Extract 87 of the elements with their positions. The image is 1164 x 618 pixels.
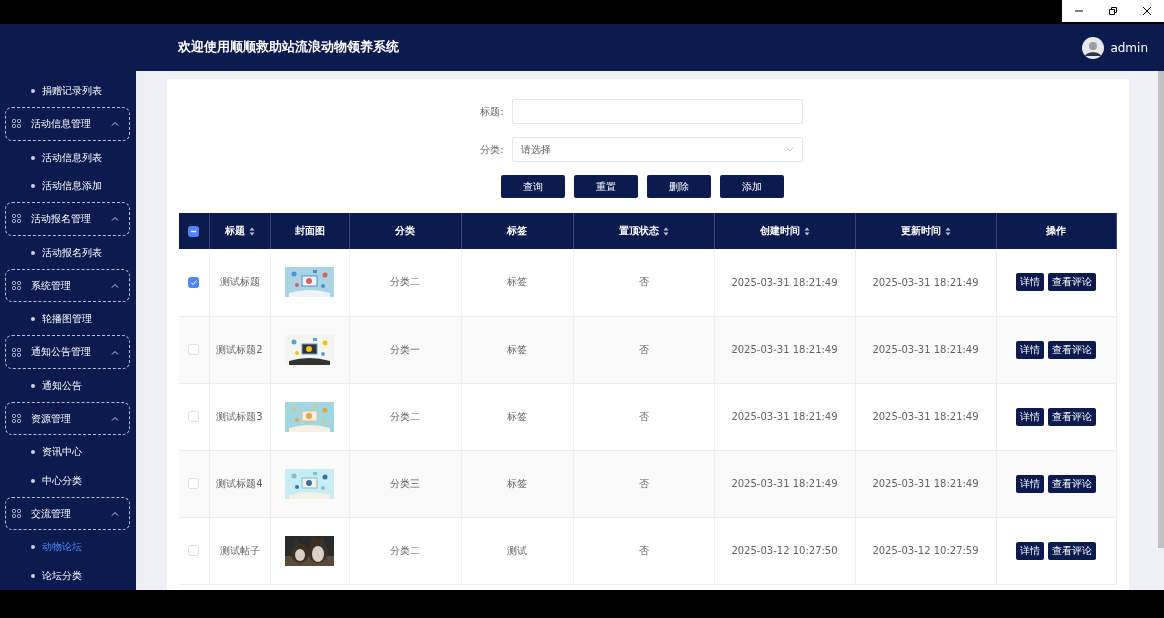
table-cell: 否	[573, 383, 714, 450]
column-header[interactable]: 更新时间	[855, 213, 996, 249]
sidebar-group[interactable]: 资源管理	[5, 402, 130, 436]
column-header[interactable]: 创建时间	[714, 213, 855, 249]
sidebar-item[interactable]: 轮播图管理	[5, 305, 136, 334]
row-action-button[interactable]: 详情	[1016, 541, 1044, 560]
sidebar-item[interactable]: 动物论坛	[5, 533, 136, 562]
column-header[interactable]: 置顶状态	[573, 213, 714, 249]
table-cell: 否	[573, 249, 714, 316]
table-cell: 测试标题2	[209, 316, 270, 383]
select-field[interactable]: 请选择	[511, 137, 803, 162]
table-cell: 分类二	[349, 383, 461, 450]
grid-icon	[12, 347, 21, 357]
column-header: 分类	[349, 213, 461, 249]
sidebar-group[interactable]: 活动报名管理	[5, 202, 130, 236]
action-button[interactable]: 重置	[573, 175, 638, 198]
select-all-checkbox[interactable]	[188, 225, 200, 237]
grid-icon	[12, 119, 21, 129]
column-header: 封面图	[270, 213, 349, 249]
table-cell: 2025-03-12 10:27:59	[855, 517, 996, 584]
row-checkbox[interactable]	[188, 277, 200, 288]
table-cell: 测试标题	[209, 249, 270, 316]
sidebar-group[interactable]: 活动信息管理	[5, 107, 130, 141]
row-action-button[interactable]: 详情	[1016, 340, 1044, 359]
grid-icon	[12, 414, 21, 424]
row-action-button[interactable]: 详情	[1016, 407, 1044, 426]
input-field[interactable]	[511, 99, 803, 124]
action-button[interactable]: 添加	[719, 175, 784, 198]
field-label: 分类:	[479, 142, 504, 157]
table-cell: 2025-03-31 18:21:49	[714, 383, 855, 450]
sidebar-group[interactable]: 交流管理	[5, 497, 130, 531]
chevron-down-icon	[785, 147, 794, 152]
table-cell: 标签	[461, 316, 573, 383]
row-action-button[interactable]: 查看评论	[1048, 541, 1096, 560]
app-title: 欢迎使用顺顺救助站流浪动物领养系统	[178, 39, 400, 56]
table-cell: 标签	[461, 249, 573, 316]
grid-icon	[12, 214, 21, 224]
table-cell: 测试帖子	[209, 517, 270, 584]
table-cell: 标签	[461, 450, 573, 517]
close-icon	[1142, 6, 1152, 16]
table-cell: 2025-03-31 18:21:49	[855, 316, 996, 383]
row-action-button[interactable]: 查看评论	[1048, 340, 1096, 359]
table-cell: 2025-03-12 10:27:50	[714, 517, 855, 584]
table-cell: 2025-03-31 18:21:49	[855, 450, 996, 517]
column-header: 操作	[996, 213, 1116, 249]
table-cell: 分类二	[349, 249, 461, 316]
table-cell: 分类二	[349, 517, 461, 584]
table-cell: 标签	[461, 383, 573, 450]
table-cell: 分类一	[349, 316, 461, 383]
sidebar-item[interactable]: 中心分类	[5, 466, 136, 495]
table-cell: 分类三	[349, 450, 461, 517]
table-cell: 否	[573, 517, 714, 584]
sidebar-item[interactable]: 资讯中心	[5, 438, 136, 467]
restore-icon	[1108, 6, 1118, 16]
row-action-button[interactable]: 详情	[1016, 273, 1044, 292]
column-header[interactable]: 标题	[209, 213, 270, 249]
action-button[interactable]: 查询	[500, 175, 565, 198]
table-cell: 2025-03-31 18:21:49	[855, 383, 996, 450]
grid-icon	[12, 281, 21, 290]
table-cell: 测试标题3	[209, 383, 270, 450]
row-action-button[interactable]: 查看评论	[1048, 474, 1096, 493]
sidebar-group[interactable]: 系统管理	[5, 268, 130, 303]
scrollbar[interactable]	[1158, 71, 1164, 548]
table-cell: 2025-03-31 18:21:49	[855, 249, 996, 316]
table-cell: 测试	[461, 517, 573, 584]
user-name: admin	[1110, 40, 1148, 55]
sidebar-item[interactable]: 活动信息添加	[5, 171, 136, 201]
sidebar-group[interactable]: 通知公告管理	[5, 335, 130, 369]
table-cell: 否	[573, 450, 714, 517]
avatar-icon	[1082, 36, 1105, 59]
row-action-button[interactable]: 查看评论	[1048, 407, 1096, 426]
sidebar-item[interactable]: 活动信息列表	[5, 143, 136, 172]
table-cell: 2025-03-31 18:21:49	[714, 249, 855, 316]
sidebar-item[interactable]: 捐赠记录列表	[5, 77, 136, 106]
column-header: 标签	[461, 213, 573, 249]
table-cell: 测试标题4	[209, 450, 270, 517]
table-cell: 2025-03-31 18:21:49	[714, 316, 855, 383]
table-cell: 否	[573, 316, 714, 383]
sidebar-item[interactable]: 活动报名列表	[5, 238, 136, 267]
row-action-button[interactable]: 详情	[1016, 474, 1044, 493]
grid-icon	[12, 509, 21, 519]
field-label: 标题:	[479, 104, 504, 119]
action-button[interactable]: 删除	[646, 175, 711, 198]
table-cell: 2025-03-31 18:21:49	[714, 450, 855, 517]
sidebar-item[interactable]: 论坛分类	[5, 561, 136, 590]
row-action-button[interactable]: 查看评论	[1048, 273, 1096, 292]
sidebar-item[interactable]: 通知公告	[5, 371, 136, 401]
